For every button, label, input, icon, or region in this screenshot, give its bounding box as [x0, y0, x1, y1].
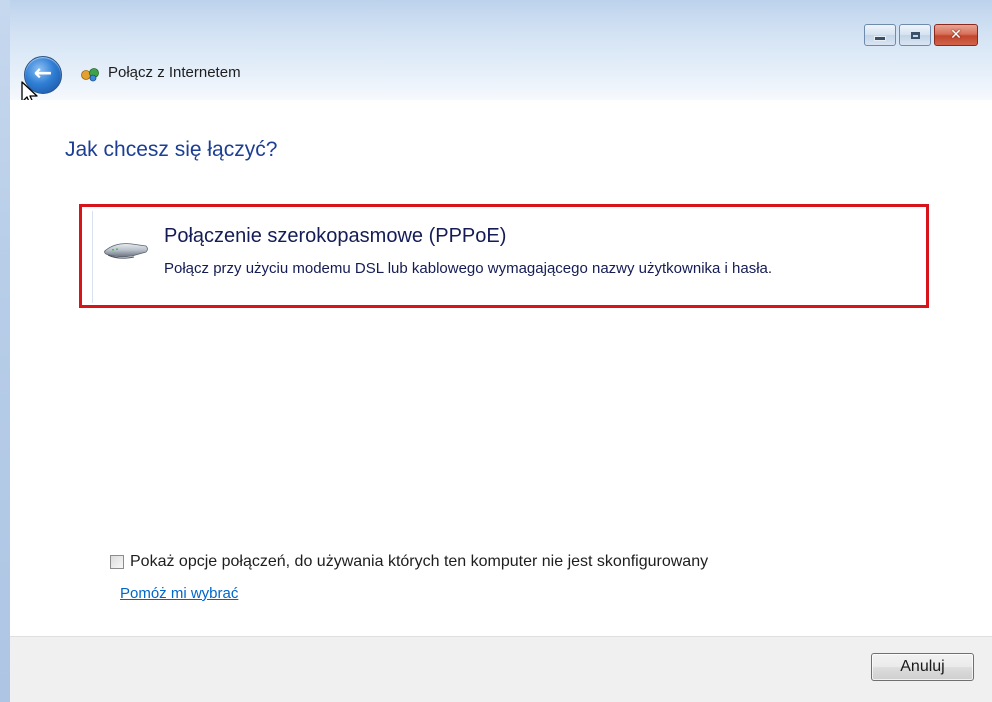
- maximize-button[interactable]: [899, 24, 931, 46]
- network-connection-icon: [81, 68, 99, 82]
- show-options-checkbox[interactable]: [110, 555, 124, 569]
- option-description: Połącz przy użyciu modemu DSL lub kablow…: [164, 260, 773, 277]
- close-button[interactable]: ✕: [934, 24, 978, 46]
- pppoe-connection-option[interactable]: Połączenie szerokopasmowe (PPPoE) Połącz…: [79, 204, 929, 308]
- option-divider: [92, 211, 93, 303]
- title-bar[interactable]: ✕: [10, 0, 992, 50]
- wizard-content: Jak chcesz się łączyć? Połączenie szerok…: [10, 100, 992, 636]
- caption-buttons: ✕: [864, 24, 978, 46]
- modem-icon: [104, 243, 148, 259]
- page-heading: Jak chcesz się łączyć?: [65, 138, 278, 161]
- help-me-choose-link[interactable]: Pomóż mi wybrać: [120, 585, 238, 602]
- show-options-row[interactable]: Pokaż opcje połączeń, do używania któryc…: [110, 552, 708, 572]
- show-options-label[interactable]: Pokaż opcje połączeń, do używania któryc…: [130, 553, 708, 571]
- connect-to-internet-window: ✕ ← Połącz z Internetem Jak chcesz się ł…: [0, 0, 992, 702]
- minimize-icon: [874, 35, 886, 41]
- window-title: Połącz z Internetem: [108, 64, 241, 81]
- minimize-button[interactable]: [864, 24, 896, 46]
- maximize-icon: [910, 31, 920, 39]
- wizard-footer: Anuluj: [10, 636, 992, 702]
- close-icon: ✕: [950, 27, 962, 43]
- cancel-button[interactable]: Anuluj: [871, 653, 974, 681]
- option-title: Połączenie szerokopasmowe (PPPoE): [164, 225, 507, 247]
- wizard-header: ← Połącz z Internetem: [10, 50, 992, 100]
- window-frame-left: [0, 0, 10, 702]
